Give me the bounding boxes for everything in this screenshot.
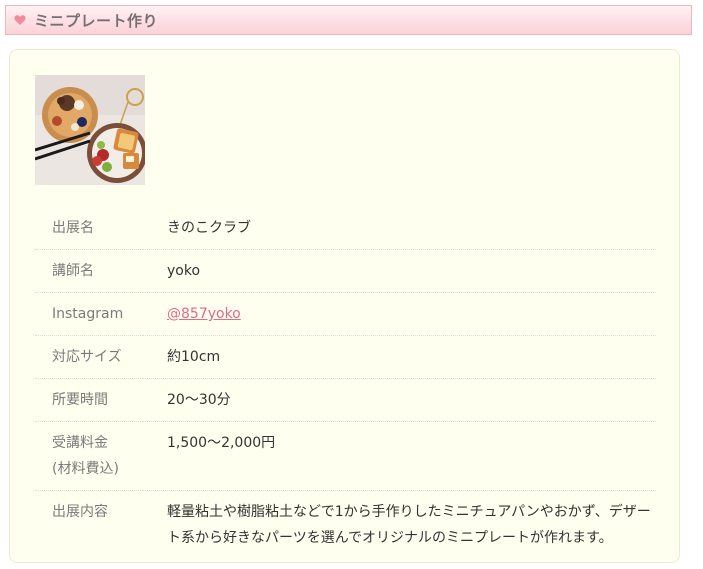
- table-row: 出展内容 軽量粘土や樹脂粘土などで1から手作りしたミニチュアパンやおかず、デザー…: [35, 491, 656, 560]
- row-value-content: 軽量粘土や樹脂粘土などで1から手作りしたミニチュアパンやおかず、デザート系から好…: [167, 504, 651, 546]
- heart-icon: [14, 15, 26, 25]
- row-label-fee-line2: (材料費込): [52, 461, 119, 477]
- row-label-exhibitor-name: 出展名: [35, 207, 143, 250]
- row-value-fee: 1,500〜2,000円: [143, 421, 656, 491]
- instagram-link[interactable]: @857yoko: [167, 306, 241, 322]
- table-row: 所要時間 20〜30分: [35, 378, 656, 422]
- row-value-exhibitor-name: きのこクラブ: [143, 207, 656, 250]
- row-label-duration: 所要時間: [35, 378, 143, 422]
- row-label-size: 対応サイズ: [35, 335, 143, 379]
- table-row: 対応サイズ 約10cm: [35, 335, 656, 379]
- row-label-content: 出展内容: [52, 504, 108, 520]
- table-row: Instagram @857yoko: [35, 292, 656, 336]
- row-label-fee: 受講料金 (材料費込): [35, 421, 143, 491]
- table-row: 受講料金 (材料費込) 1,500〜2,000円: [35, 421, 656, 491]
- table-row: 講師名 yoko: [35, 249, 656, 293]
- section-title: ミニプレート作り: [34, 11, 159, 30]
- row-value-instructor: yoko: [143, 249, 656, 293]
- exhibitor-info-table: 出展名 きのこクラブ 講師名 yoko Instagram @857yoko 対…: [35, 207, 656, 559]
- table-row: 出展名 きのこクラブ: [35, 207, 656, 250]
- row-value-instagram: @857yoko: [143, 292, 656, 336]
- product-photo: [35, 75, 145, 185]
- row-label-instructor: 講師名: [35, 249, 143, 293]
- exhibitor-card: 出展名 きのこクラブ 講師名 yoko Instagram @857yoko 対…: [9, 49, 680, 563]
- row-label-instagram: Instagram: [35, 292, 143, 336]
- section-title-bar: ミニプレート作り: [5, 5, 692, 35]
- row-value-duration: 20〜30分: [143, 378, 656, 422]
- row-label-fee-line1: 受講料金: [52, 435, 108, 451]
- row-value-size: 約10cm: [143, 335, 656, 379]
